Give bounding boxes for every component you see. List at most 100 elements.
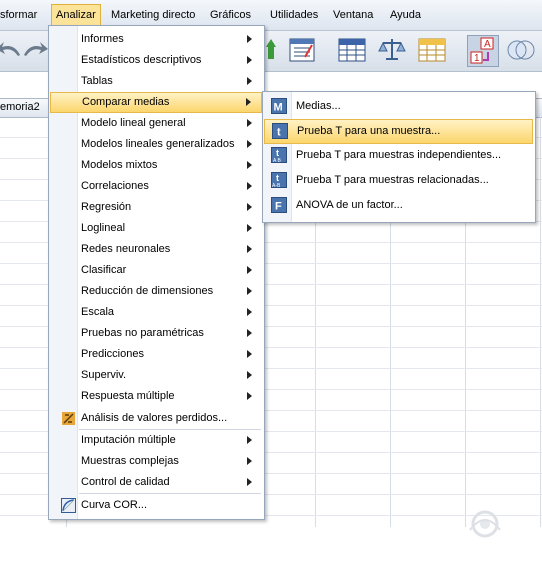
menu-separator [79, 493, 261, 494]
menu-item-label: Respuesta múltiple [81, 390, 175, 402]
menu-item-label: ANOVA de un factor... [296, 199, 403, 211]
menu-item-clasificar[interactable]: Clasificar [50, 261, 262, 280]
menu-graficos[interactable]: Gráficos [210, 9, 251, 21]
submenu-arrow-icon [247, 140, 252, 148]
menu-item-label: Predicciones [81, 348, 144, 360]
menu-item-modelos-lineales-generalizados[interactable]: Modelos lineales generalizados [50, 135, 262, 154]
submenu-arrow-icon [247, 119, 252, 127]
one-sample-t-test-icon: t [272, 123, 288, 139]
menu-item-label: Redes neuronales [81, 243, 171, 255]
menu-item-label: Modelos mixtos [81, 159, 158, 171]
menu-item-correlaciones[interactable]: Correlaciones [50, 177, 262, 196]
menu-item-estadisticos-descriptivos[interactable]: Estadísticos descriptivos [50, 51, 262, 70]
menu-item-tablas[interactable]: Tablas [50, 72, 262, 91]
submenu-arrow-icon [247, 77, 252, 85]
menu-item-prueba-t-muestras-independientes[interactable]: tA B Prueba T para muestras independient… [264, 144, 533, 167]
menu-item-label: Pruebas no paramétricas [81, 327, 204, 339]
menu-item-informes[interactable]: Informes [50, 30, 262, 49]
menu-item-label: Comparar medias [82, 96, 170, 108]
menu-utilidades[interactable]: Utilidades [270, 9, 318, 21]
menu-item-label: Loglineal [81, 222, 126, 234]
menu-item-superviv[interactable]: Superviv. [50, 366, 262, 385]
submenu-arrow-icon [247, 224, 252, 232]
menu-analizar[interactable]: Analizar [51, 4, 101, 26]
menu-item-anova-un-factor[interactable]: F ANOVA de un factor... [264, 194, 533, 217]
menu-item-label: Análisis de valores perdidos... [81, 412, 228, 424]
menu-item-pruebas-no-parametricas[interactable]: Pruebas no paramétricas [50, 324, 262, 343]
menu-item-reduccion-de-dimensiones[interactable]: Reducción de dimensiones [50, 282, 262, 301]
menu-item-escala[interactable]: Escala [50, 303, 262, 322]
svg-text:A B: A B [273, 158, 281, 163]
menu-item-prueba-t-una-muestra[interactable]: t Prueba T para una muestra... [264, 119, 533, 144]
menu-item-label: Reducción de dimensiones [81, 285, 214, 297]
svg-text:t: t [277, 127, 281, 139]
means-icon: M [271, 98, 287, 114]
submenu-arrow-icon [247, 350, 252, 358]
menu-item-label: Regresión [81, 201, 132, 213]
submenu-arrow-icon [247, 266, 252, 274]
missing-values-icon [62, 412, 75, 425]
svg-text:M: M [274, 102, 283, 114]
independent-samples-t-test-icon: tA B [271, 147, 287, 163]
menu-ventana[interactable]: Ventana [333, 9, 373, 21]
variables-icon[interactable] [287, 35, 317, 65]
menu-item-label: Prueba T para muestras relacionadas... [296, 174, 489, 186]
submenu-arrow-icon [247, 457, 252, 465]
menu-item-muestras-complejas[interactable]: Muestras complejas [50, 452, 262, 471]
menu-item-prueba-t-muestras-relacionadas[interactable]: t A-B Prueba T para muestras relacionadas… [264, 169, 533, 192]
menu-item-label: Imputación múltiple [81, 434, 176, 446]
svg-text:t: t [276, 148, 279, 158]
menu-separator [79, 429, 261, 430]
menu-item-label: Clasificar [81, 264, 127, 276]
anova-icon: F [271, 197, 287, 213]
menu-item-label: Modelo lineal general [81, 117, 186, 129]
menu-item-label: Escala [81, 306, 115, 318]
submenu-arrow-icon [247, 371, 252, 379]
submenu-arrow-icon [247, 287, 252, 295]
submenu-arrow-icon [247, 478, 252, 486]
menu-item-analisis-valores-perdidos[interactable]: Análisis de valores perdidos... [50, 409, 262, 428]
submenu-arrow-icon [247, 329, 252, 337]
menu-marketing-directo[interactable]: Marketing directo [111, 9, 195, 21]
redo-icon[interactable] [20, 35, 50, 65]
svg-text:A-B: A-B [272, 183, 281, 188]
menu-item-label: Correlaciones [81, 180, 149, 192]
select-cases-icon[interactable] [417, 35, 447, 65]
menu-item-comparar-medias[interactable]: Comparar medias [50, 92, 262, 113]
menu-item-loglineal[interactable]: Loglineal [50, 219, 262, 238]
menu-item-label: Tablas [81, 75, 113, 87]
menu-item-label: Superviv. [81, 369, 127, 381]
menu-item-imputacion-multiple[interactable]: Imputación múltiple [50, 431, 262, 450]
menu-ayuda[interactable]: Ayuda [390, 9, 421, 21]
menu-item-regresion[interactable]: Regresión [50, 198, 262, 217]
value-labels-icon[interactable]: A1 [467, 35, 499, 67]
menu-item-control-de-calidad[interactable]: Control de calidad [50, 473, 262, 492]
submenu-arrow-icon [247, 203, 252, 211]
menu-item-modelo-lineal-general[interactable]: Modelo lineal general [50, 114, 262, 133]
use-sets-icon[interactable] [505, 35, 535, 65]
roc-curve-icon [61, 498, 76, 513]
menu-item-curva-cor[interactable]: Curva COR... [50, 496, 262, 515]
menu-item-respuesta-multiple[interactable]: Respuesta múltiple [50, 387, 262, 406]
submenu-arrow-icon [247, 436, 252, 444]
submenu-arrow-icon [247, 245, 252, 253]
menu-item-medias[interactable]: M Medias... [264, 95, 533, 118]
svg-text:F: F [275, 201, 282, 213]
menu-item-label: Prueba T para muestras independientes... [296, 149, 502, 161]
menu-item-predicciones[interactable]: Predicciones [50, 345, 262, 364]
submenu-arrow-icon [247, 35, 252, 43]
menu-item-redes-neuronales[interactable]: Redes neuronales [50, 240, 262, 259]
data-grid-icon[interactable] [337, 35, 367, 65]
comparar-medias-submenu: M Medias... t Prueba T para una muestra.… [262, 91, 536, 223]
menu-item-label: Informes [81, 33, 124, 45]
submenu-arrow-icon [247, 161, 252, 169]
menu-transformar[interactable]: sformar [0, 9, 37, 21]
menu-item-label: Prueba T para una muestra... [297, 125, 441, 137]
column-header-memoria2[interactable]: emoria2 [0, 101, 40, 113]
submenu-arrow-icon [246, 98, 251, 106]
menu-item-label: Control de calidad [81, 476, 170, 488]
svg-text:1: 1 [474, 53, 480, 64]
menu-item-modelos-mixtos[interactable]: Modelos mixtos [50, 156, 262, 175]
weight-scale-icon[interactable] [377, 35, 407, 65]
menu-item-label: Estadísticos descriptivos [81, 54, 202, 66]
